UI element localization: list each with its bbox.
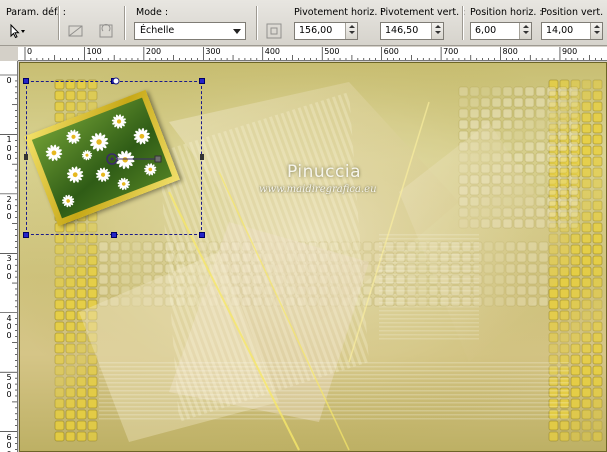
watermark-title: Pinuccia: [287, 162, 361, 182]
corner-handle-bottom-right[interactable]: [199, 232, 205, 238]
preset-button[interactable]: [4, 22, 28, 40]
flip-icon[interactable]: [66, 21, 86, 41]
pos-h-value: 6,00: [475, 25, 497, 36]
deform-bounding-box[interactable]: [23, 77, 205, 238]
ruler-v-label: 2 0 0: [6, 194, 12, 222]
stepper-buttons[interactable]: [431, 23, 443, 39]
tool-options-bar: Param. déf. : Mode : Échelle Pivotement …: [0, 0, 607, 46]
ruler-v-label: 3 0 0: [6, 254, 12, 281]
watermark-url: www.maidiregrafica.eu: [259, 184, 377, 195]
rotate-icon[interactable]: [96, 21, 116, 41]
pos-v-value: 14,00: [546, 25, 574, 36]
pivot-v-value: 146,50: [385, 25, 419, 36]
ruler-ticks: [24, 47, 602, 60]
arrow-up-icon: [434, 25, 441, 28]
pivot-v-stepper[interactable]: 146,50: [380, 22, 444, 40]
ruler-h-label: 500: [324, 47, 340, 56]
stepper-buttons[interactable]: [590, 23, 602, 39]
pivot-h-stepper[interactable]: 156,00: [294, 22, 358, 40]
deform-grid-icon[interactable]: [264, 21, 284, 41]
arrow-down-icon: [348, 31, 355, 34]
arrow-up-icon: [348, 25, 355, 28]
stepper-buttons[interactable]: [345, 23, 357, 39]
pivot-h-label: Pivotement horiz. :: [294, 7, 384, 18]
mode-value: Échelle: [140, 25, 175, 36]
pointer-arrow-icon: [10, 23, 25, 39]
stepper-buttons[interactable]: [519, 23, 531, 39]
ruler-v-label: 1 0 0: [6, 135, 12, 162]
ruler-v-label: 5 0 0: [6, 373, 12, 400]
ruler-h-label: 100: [86, 47, 102, 56]
ruler-h-label: 200: [145, 47, 162, 56]
arrow-down-icon: [434, 31, 441, 34]
rotation-handle-icon[interactable]: [112, 77, 120, 85]
pos-v-label: Position vert. :: [541, 7, 607, 18]
pos-h-stepper[interactable]: 6,00: [470, 22, 532, 40]
arrow-up-icon: [522, 25, 529, 28]
pos-v-stepper[interactable]: 14,00: [541, 22, 603, 40]
pivot-point-icon[interactable]: [105, 152, 165, 166]
ruler-v-label: 0: [6, 76, 12, 85]
arrow-up-icon: [593, 25, 600, 28]
chevron-down-icon: [233, 29, 241, 34]
ruler-v-label: 6 0 0: [6, 432, 12, 452]
ruler-h-label: 0: [27, 47, 33, 56]
ruler-h-label: 800: [502, 47, 518, 56]
ruler-h-label: 700: [443, 47, 459, 56]
toolbar-separator: [124, 6, 126, 40]
edge-handle-bottom[interactable]: [111, 232, 117, 238]
horizontal-ruler[interactable]: 0 100 200 300 400 500 600 700 800 900: [18, 47, 607, 61]
pivot-h-value: 156,00: [299, 25, 333, 36]
toolbar-separator: [58, 6, 60, 40]
edge-handle-right[interactable]: [200, 154, 204, 160]
arrow-down-icon: [593, 31, 600, 34]
toolbar-separator: [256, 6, 258, 40]
ruler-h-label: 900: [561, 47, 578, 56]
ruler-h-label: 600: [383, 47, 399, 56]
image-canvas[interactable]: Pinuccia www.maidiregrafica.eu: [19, 62, 607, 452]
corner-handle-top-right[interactable]: [199, 78, 205, 84]
mode-label: Mode :: [136, 7, 169, 18]
pos-h-label: Position horiz. :: [470, 7, 543, 18]
image-workspace[interactable]: Pinuccia www.maidiregrafica.eu: [19, 62, 607, 452]
arrow-down-icon: [522, 31, 529, 34]
toolbar-separator: [462, 6, 464, 40]
ruler-h-label: 400: [264, 47, 281, 56]
corner-handle-top-left[interactable]: [23, 78, 29, 84]
vertical-ruler[interactable]: 0 1 0 0 2 0 0 3 0 0 4 0 0 5 0 0 6 0 0: [0, 61, 18, 452]
pivot-v-label: Pivotement vert. :: [380, 7, 466, 18]
preset-label: Param. déf. :: [6, 7, 66, 18]
ruler-h-label: 300: [205, 47, 221, 56]
corner-handle-bottom-left[interactable]: [23, 232, 29, 238]
mode-select[interactable]: Échelle: [134, 22, 246, 40]
ruler-v-label: 4 0 0: [6, 313, 12, 340]
edge-handle-left[interactable]: [24, 154, 28, 160]
ruler-corner: [0, 47, 18, 61]
